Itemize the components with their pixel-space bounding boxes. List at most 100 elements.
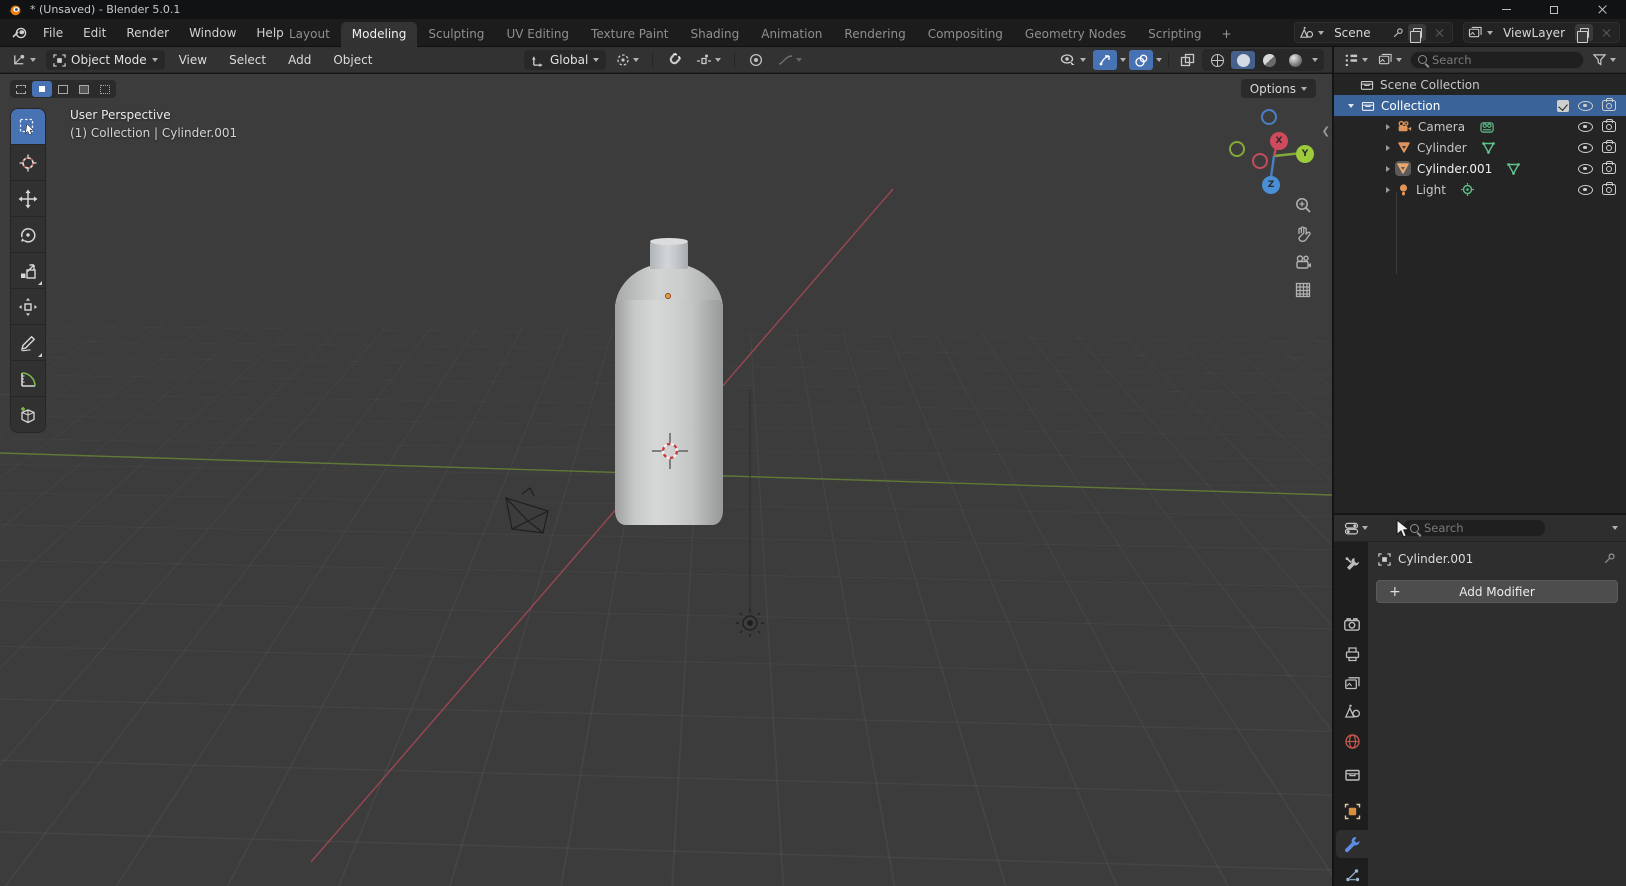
viewlayer-selector[interactable]: ViewLayer [1463,22,1620,43]
gizmo-axis-x[interactable]: X [1270,132,1288,150]
menu-select[interactable]: Select [221,53,274,67]
workspace-tab-sculpting[interactable]: Sculpting [417,22,495,47]
snap-toggle[interactable] [662,50,686,70]
outliner-search-input[interactable] [1432,52,1576,67]
eye-icon[interactable] [1578,121,1593,132]
tab-collection[interactable] [1336,760,1368,788]
xray-toggle[interactable] [1175,50,1199,70]
scene-dropdown-icon[interactable] [1318,30,1325,35]
workspace-tab-layout[interactable]: Layout [278,22,341,47]
checkbox-icon[interactable] [1557,99,1569,112]
expand-icon[interactable] [1386,186,1390,193]
outliner-editor-type-button[interactable] [1342,51,1370,68]
maximize-button[interactable] [1530,0,1578,19]
gizmo-axis-x-negative[interactable] [1252,153,1268,169]
shading-rendered-button[interactable] [1283,51,1307,69]
eye-icon[interactable] [1578,142,1593,153]
render-visibility-icon[interactable] [1602,140,1616,153]
snap-with-dropdown[interactable] [692,52,725,69]
workspace-tab-scripting[interactable]: Scripting [1137,22,1212,47]
tab-tool[interactable] [1336,550,1368,578]
tab-modifiers[interactable] [1336,830,1368,858]
outliner-display-mode-button[interactable] [1376,51,1404,68]
new-scene-button[interactable] [1408,24,1427,43]
remove-viewlayer-button[interactable] [1597,24,1615,41]
mesh-data-icon[interactable] [1481,141,1496,155]
camera-view-button[interactable] [1294,254,1312,270]
workspace-tab-uv-editing[interactable]: UV Editing [495,22,580,47]
tool-move[interactable] [11,181,45,216]
tab-object[interactable] [1336,797,1368,825]
render-visibility-icon[interactable] [1602,98,1616,111]
expand-icon[interactable] [1386,144,1390,151]
outliner-item-label[interactable]: Collection [1381,99,1440,113]
proportional-falloff-dropdown[interactable] [774,52,806,68]
shading-dropdown-icon[interactable] [1312,58,1318,62]
new-viewlayer-button[interactable] [1575,24,1593,43]
menu-add[interactable]: Add [280,53,319,67]
light-data-icon[interactable] [1460,182,1475,197]
scene-name[interactable]: Scene [1328,26,1388,40]
navigation-gizmo[interactable]: X Y Z [1214,102,1318,196]
outliner-row-scene-collection[interactable]: Scene Collection [1334,74,1626,95]
workspace-tab-shading[interactable]: Shading [679,22,750,47]
scene-selector[interactable]: Scene [1294,22,1454,43]
add-workspace-button[interactable]: + [1213,22,1241,47]
outliner-row-cylinder-001[interactable]: Cylinder.001 [1334,158,1626,179]
outliner-filter-button[interactable] [1590,51,1618,68]
select-mode-invert[interactable] [74,81,94,97]
outliner-item-label[interactable]: Cylinder.001 [1417,162,1492,176]
tool-scale[interactable] [11,253,45,288]
properties-search-input[interactable] [1424,521,1538,535]
gizmos-dropdown-icon[interactable] [1120,58,1126,62]
camera-data-icon[interactable] [1479,120,1496,134]
collapse-icon[interactable] [1348,103,1354,108]
outliner-row-light[interactable]: Light [1334,179,1626,200]
shading-wireframe-button[interactable] [1205,51,1229,69]
mesh-data-icon[interactable] [1506,162,1521,176]
tab-scene[interactable] [1336,697,1368,725]
menu-object[interactable]: Object [325,53,380,67]
minimize-button[interactable] [1482,0,1530,19]
pin-icon[interactable] [1392,27,1404,39]
workspace-tab-compositing[interactable]: Compositing [917,22,1014,47]
workspace-tab-rendering[interactable]: Rendering [833,22,916,47]
editor-type-button[interactable] [8,51,40,69]
menu-file[interactable]: File [34,22,72,44]
expand-icon[interactable] [1386,165,1390,172]
gizmo-axis-z-negative[interactable] [1261,109,1277,125]
select-mode-intersect[interactable] [95,81,115,97]
zoom-button[interactable] [1294,196,1312,214]
overlays-dropdown-icon[interactable] [1156,58,1162,62]
tab-render[interactable] [1336,610,1368,638]
tool-transform[interactable] [11,289,45,324]
sidebar-toggle-arrow[interactable]: ❮ [1322,126,1330,137]
select-mode-extend[interactable] [32,81,52,97]
gizmos-toggle[interactable] [1093,50,1117,70]
shading-solid-button[interactable] [1231,51,1255,69]
workspace-tab-modeling[interactable]: Modeling [340,22,418,47]
menu-window[interactable]: Window [180,22,245,44]
add-modifier-button[interactable]: + Add Modifier [1376,580,1618,603]
outliner-item-label[interactable]: Scene Collection [1380,78,1480,92]
render-visibility-icon[interactable] [1602,119,1616,132]
mode-dropdown[interactable]: Object Mode [46,50,165,70]
render-visibility-icon[interactable] [1602,161,1616,174]
bottle-mesh-body[interactable] [615,300,723,525]
blender-app-menu-icon[interactable] [8,26,32,40]
outliner-panel[interactable]: Scene Collection Collection Camera Cylin… [1334,74,1626,513]
object-type-visibility-dropdown[interactable] [1056,52,1090,69]
unlink-scene-button[interactable] [1430,24,1448,41]
pin-id-icon[interactable] [1603,552,1616,565]
overlays-toggle[interactable] [1129,50,1153,70]
outliner-row-camera[interactable]: Camera [1334,116,1626,137]
eye-icon[interactable] [1578,100,1593,111]
viewlayer-name[interactable]: ViewLayer [1497,26,1571,40]
menu-view[interactable]: View [171,53,215,67]
tool-measure[interactable] [11,361,45,396]
workspace-tab-texture-paint[interactable]: Texture Paint [580,22,679,47]
outliner-row-collection[interactable]: Collection [1334,95,1626,116]
proportional-editing-toggle[interactable] [744,50,768,70]
gizmo-axis-y-negative[interactable] [1229,141,1245,157]
properties-search[interactable] [1402,519,1546,537]
